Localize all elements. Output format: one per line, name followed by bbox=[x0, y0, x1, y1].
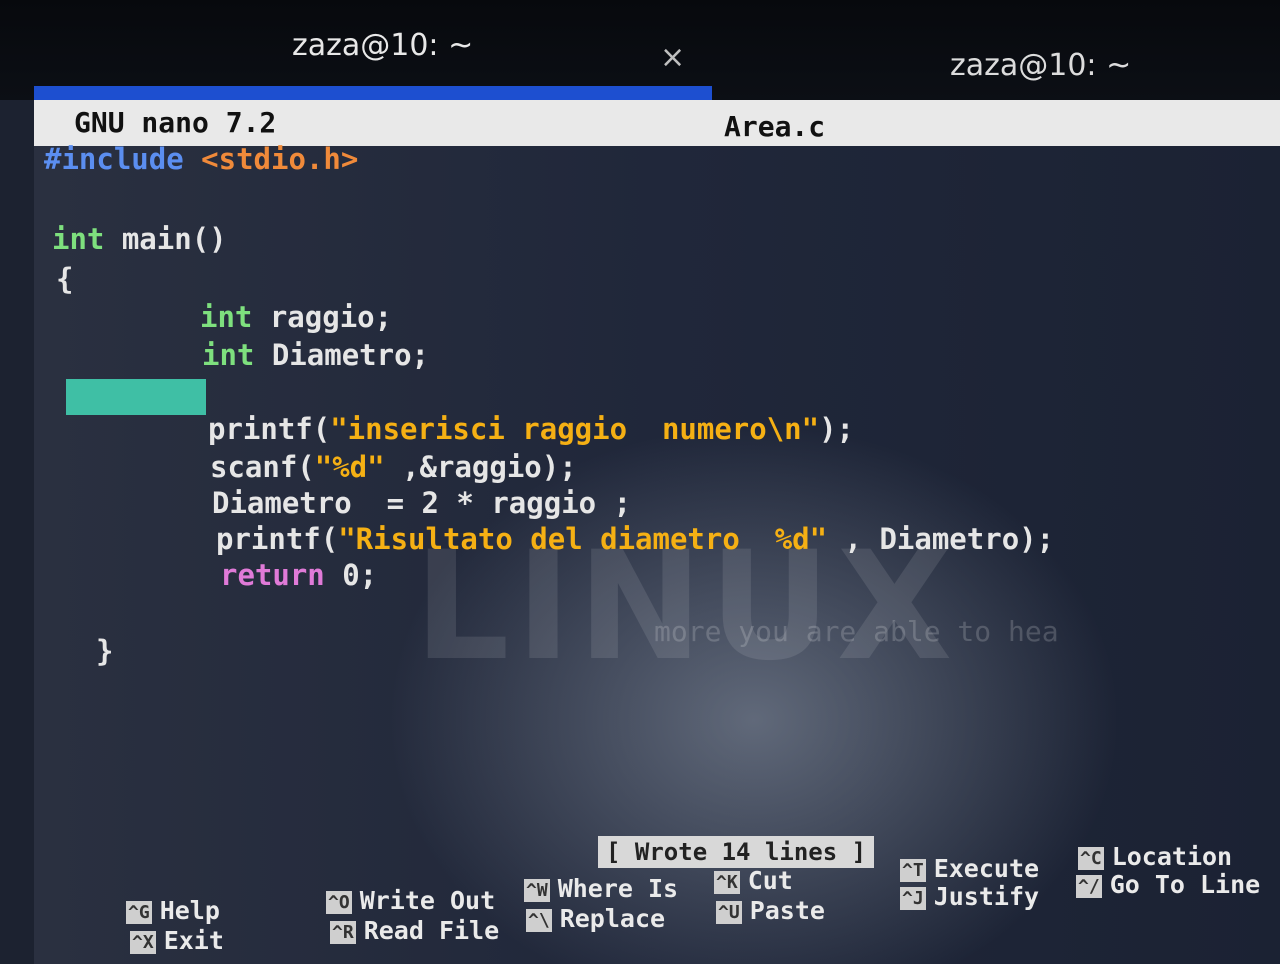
file-name: Area.c bbox=[724, 110, 826, 143]
shortcut-write-out[interactable]: ^O Write Out bbox=[326, 886, 495, 915]
shortcut-read-file[interactable]: ^R Read File bbox=[330, 916, 499, 945]
shortcut-label: Replace bbox=[559, 904, 666, 933]
terminal-view[interactable]: LINUX more you are able to hea GNU nano … bbox=[34, 100, 1280, 964]
shortcut-key: ^K bbox=[714, 870, 740, 894]
shortcut-label: Go To Line bbox=[1109, 870, 1261, 899]
type-keyword: int bbox=[200, 300, 253, 334]
tab-bar: zaza@10: ~ × zaza@10: ~ bbox=[0, 0, 1280, 100]
shortcut-location[interactable]: ^C Location bbox=[1078, 842, 1232, 871]
shortcut-key: ^J bbox=[900, 886, 926, 910]
return-keyword: return bbox=[220, 558, 325, 592]
code-text: , Diametro); bbox=[827, 522, 1055, 556]
text-cursor bbox=[66, 379, 206, 415]
tab-terminal-1[interactable]: zaza@10: ~ bbox=[292, 28, 473, 63]
shortcut-key: ^C bbox=[1078, 846, 1104, 870]
code-text: ,&raggio); bbox=[384, 450, 577, 484]
code-text: scanf( bbox=[210, 450, 315, 484]
editor-buffer[interactable]: #include <stdio.h> int main() { int ragg… bbox=[34, 100, 1054, 668]
shortcut-key: ^U bbox=[716, 900, 742, 924]
type-keyword: int bbox=[202, 338, 255, 372]
shortcut-label: Execute bbox=[933, 854, 1040, 883]
shortcut-label: Cut bbox=[747, 866, 793, 895]
shortcut-label: Justify bbox=[933, 882, 1040, 911]
shortcut-cut[interactable]: ^K Cut bbox=[714, 866, 793, 895]
string-literal: "%d" bbox=[314, 450, 385, 484]
code-text: 0; bbox=[324, 558, 378, 592]
shortcut-key: ^R bbox=[330, 920, 356, 944]
code-line: int Diametro; bbox=[202, 338, 429, 372]
nano-title-bar: GNU nano 7.2 Area.c bbox=[34, 100, 1280, 146]
shortcut-label: Paste bbox=[749, 896, 825, 925]
code-line: #include <stdio.h> bbox=[44, 142, 358, 176]
code-text: printf( bbox=[216, 522, 339, 556]
code-text: raggio; bbox=[252, 300, 393, 334]
string-literal: "Risultato del diametro %d" bbox=[338, 522, 828, 556]
type-keyword: int bbox=[52, 222, 105, 256]
status-message: [ Wrote 14 lines ] bbox=[598, 836, 875, 868]
shortcut-key: ^O bbox=[326, 890, 352, 914]
shortcut-help[interactable]: ^G Help bbox=[126, 896, 220, 925]
code-line: printf("inserisci raggio numero\n"); bbox=[208, 412, 854, 446]
shortcut-label: Help bbox=[159, 896, 220, 925]
shortcut-key: ^W bbox=[524, 878, 550, 902]
shortcut-execute[interactable]: ^T Execute bbox=[900, 854, 1039, 883]
shortcut-exit[interactable]: ^X Exit bbox=[130, 926, 224, 955]
shortcut-key: ^\ bbox=[526, 908, 552, 932]
wallpaper-watermark-subtitle: more you are able to hea bbox=[654, 615, 1059, 648]
string-literal: "inserisci raggio numero\n" bbox=[330, 412, 820, 446]
active-tab-indicator bbox=[34, 86, 712, 100]
code-line: int raggio; bbox=[200, 300, 392, 334]
shortcut-where-is[interactable]: ^W Where Is bbox=[524, 874, 678, 903]
shortcut-justify[interactable]: ^J Justify bbox=[900, 882, 1039, 911]
header-name: <stdio.h> bbox=[201, 142, 359, 176]
code-line: printf("Risultato del diametro %d" , Dia… bbox=[216, 522, 1054, 556]
shortcut-label: Read File bbox=[363, 916, 500, 945]
shortcut-label: Location bbox=[1111, 842, 1233, 871]
code-text: main() bbox=[104, 222, 227, 256]
code-line: } bbox=[96, 634, 114, 668]
close-icon[interactable]: × bbox=[660, 40, 685, 75]
code-line: scanf("%d" ,&raggio); bbox=[210, 450, 577, 484]
shortcut-label: Exit bbox=[163, 926, 224, 955]
code-line: return 0; bbox=[220, 558, 377, 592]
preprocessor-directive: #include bbox=[44, 142, 184, 176]
code-text: Diametro; bbox=[254, 338, 429, 372]
code-line: { bbox=[56, 262, 74, 296]
code-text: ); bbox=[819, 412, 855, 446]
shortcut-replace[interactable]: ^\ Replace bbox=[526, 904, 665, 933]
tab-terminal-2[interactable]: zaza@10: ~ bbox=[950, 48, 1131, 83]
shortcut-key: ^/ bbox=[1076, 874, 1102, 898]
code-line: int main() bbox=[52, 222, 227, 256]
nano-version: GNU nano 7.2 bbox=[74, 106, 277, 139]
shortcut-go-to-line[interactable]: ^/ Go To Line bbox=[1076, 870, 1260, 899]
shortcut-key: ^X bbox=[130, 930, 156, 954]
shortcut-label: Write Out bbox=[359, 886, 496, 915]
shortcut-key: ^G bbox=[126, 900, 152, 924]
code-text: printf( bbox=[208, 412, 331, 446]
shortcut-key: ^T bbox=[900, 858, 926, 882]
shortcut-paste[interactable]: ^U Paste bbox=[716, 896, 825, 925]
shortcut-label: Where Is bbox=[557, 874, 679, 903]
code-line: Diametro = 2 * raggio ; bbox=[212, 486, 632, 520]
